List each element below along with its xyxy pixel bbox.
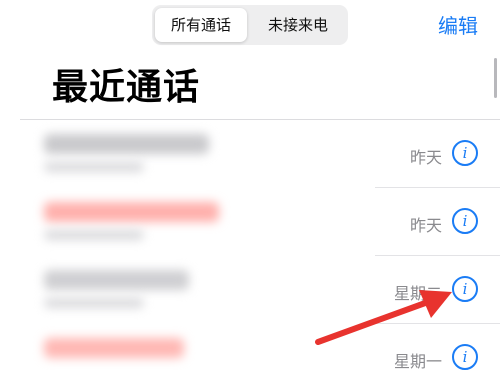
- annotation-arrow-icon: [315, 290, 452, 345]
